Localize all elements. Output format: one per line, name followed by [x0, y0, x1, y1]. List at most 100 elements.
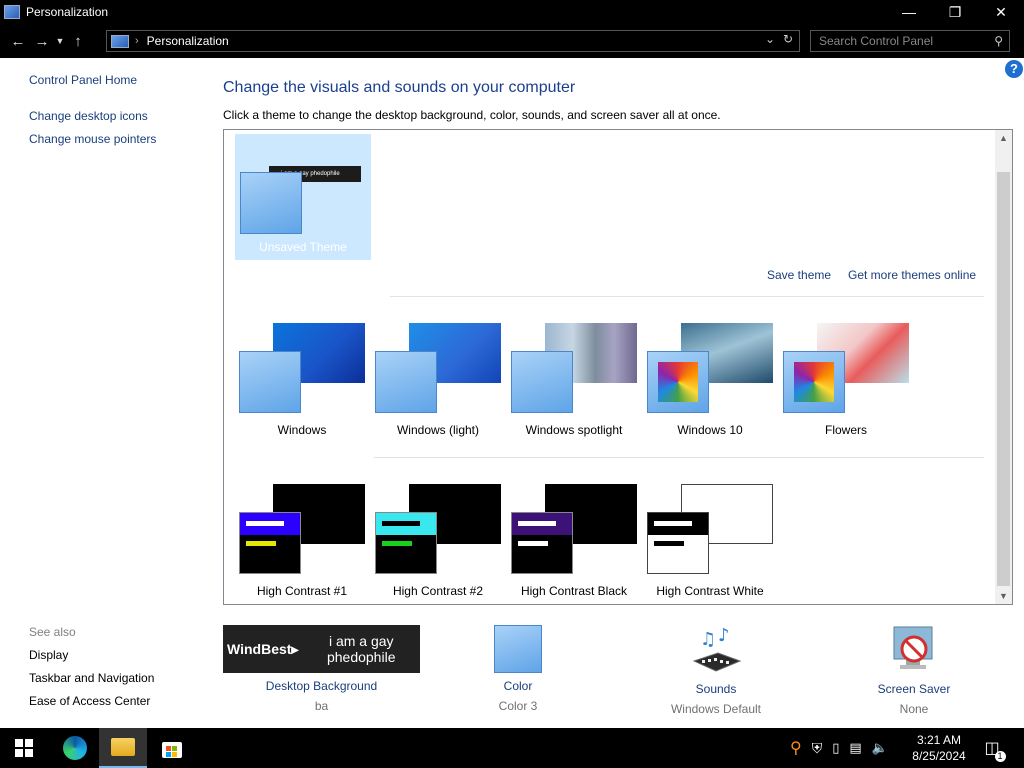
search-tray-icon[interactable]: ⚲	[790, 738, 802, 758]
desktop-background-preview: WindBest▸ i am a gay phedophile	[223, 625, 420, 673]
notification-count-badge: 1	[994, 751, 1006, 762]
address-bar: ← → ▼ ↑ › Personalization ⌄ ↻ Search Con…	[0, 24, 1024, 58]
color-wheel-icon	[783, 351, 845, 413]
refresh-icon[interactable]: ↻	[779, 32, 797, 46]
theme-label: High Contrast White	[656, 584, 764, 598]
store-taskbar-button[interactable]	[148, 728, 196, 768]
theme-high-contrast-black[interactable]: High Contrast Black	[506, 484, 642, 598]
taskbar-navigation-link[interactable]: Taskbar and Navigation	[29, 671, 154, 685]
screen-saver-icon	[893, 626, 933, 669]
scroll-down-icon[interactable]: ▼	[995, 591, 1012, 601]
display-link[interactable]: Display	[29, 648, 68, 662]
theme-windows[interactable]: Windows	[234, 323, 370, 437]
store-icon	[162, 742, 182, 758]
theme-label: Windows 10	[677, 423, 743, 437]
high-contrast-2-window-preview	[375, 512, 437, 574]
theme-windows-light[interactable]: Windows (light)	[370, 323, 506, 437]
window-color-preview	[239, 351, 301, 413]
address-dropdown-icon[interactable]: ⌄	[761, 32, 779, 46]
high-contrast-1-window-preview	[239, 512, 301, 574]
high-contrast-white-window-preview	[647, 512, 709, 574]
save-theme-link[interactable]: Save theme	[767, 268, 831, 282]
desktop-background-link[interactable]: Desktop Background	[223, 679, 420, 693]
change-mouse-pointers-link[interactable]: Change mouse pointers	[29, 132, 156, 146]
theme-label: High Contrast #1	[256, 584, 348, 598]
notification-icon: ◫ 1	[984, 738, 1006, 762]
theme-high-contrast-2[interactable]: High Contrast #2	[370, 484, 506, 598]
theme-high-contrast-white[interactable]: High Contrast White	[642, 484, 778, 598]
theme-unsaved[interactable]: i am a gay phedophile Unsaved Theme	[235, 134, 371, 260]
page-subtitle: Click a theme to change the desktop back…	[223, 108, 721, 122]
recent-locations-chevron-icon[interactable]: ▼	[54, 29, 66, 53]
up-arrow-icon[interactable]: ↑	[66, 29, 90, 53]
sounds-icon: ♫ ♪	[692, 625, 742, 672]
control-panel-icon	[4, 5, 20, 19]
breadcrumb-personalization[interactable]: Personalization	[147, 34, 229, 48]
desktop-background-setting[interactable]: WindBest▸ i am a gay phedophile Desktop …	[223, 625, 420, 713]
ease-of-access-link[interactable]: Ease of Access Center	[29, 694, 150, 708]
clock-date: 8/25/2024	[912, 749, 966, 763]
scrollbar-thumb[interactable]	[997, 172, 1010, 586]
system-tray: ⚲ ⛨ ▯ ▤ 🔈	[790, 728, 888, 768]
color-setting[interactable]: Color Color 3	[458, 625, 578, 713]
theme-list-scrollbar[interactable]: ▲ ▼	[995, 130, 1012, 604]
high-contrast-black-window-preview	[511, 512, 573, 574]
theme-windows-spotlight[interactable]: Windows spotlight	[506, 323, 642, 437]
window-color-preview	[511, 351, 573, 413]
folder-icon	[111, 738, 135, 756]
theme-high-contrast-1[interactable]: High Contrast #1	[234, 484, 370, 598]
theme-label: Windows	[277, 423, 327, 437]
address-field[interactable]: › Personalization ⌄ ↻	[106, 30, 800, 52]
screen-saver-link[interactable]: Screen Saver	[854, 682, 974, 696]
theme-label: High Contrast Black	[520, 584, 628, 598]
get-more-themes-link[interactable]: Get more themes online	[848, 268, 976, 282]
svg-text:♪: ♪	[718, 625, 730, 646]
clock[interactable]: 3:21 AM 8/25/2024	[906, 732, 972, 764]
theme-label: Flowers	[824, 423, 867, 437]
security-shield-icon[interactable]: ⛨	[812, 740, 823, 757]
breadcrumb-separator-icon: ›	[135, 35, 139, 47]
color-value: Color 3	[498, 699, 538, 713]
page-title: Change the visuals and sounds on your co…	[223, 79, 576, 96]
preview-caption-text: i am a gay phedophile	[326, 633, 396, 665]
volume-muted-icon[interactable]: 🔈	[872, 740, 888, 756]
color-swatch	[494, 625, 542, 673]
theme-list: i am a gay phedophile Unsaved Theme Save…	[223, 129, 1013, 605]
change-desktop-icons-link[interactable]: Change desktop icons	[29, 109, 148, 123]
screen-saver-setting[interactable]: Screen Saver None	[854, 625, 974, 716]
theme-flowers[interactable]: Flowers	[778, 323, 914, 437]
color-wheel-icon	[647, 351, 709, 413]
battery-icon[interactable]: ▯	[832, 740, 839, 756]
minimize-button[interactable]: —	[886, 0, 932, 24]
divider	[390, 296, 984, 297]
color-link[interactable]: Color	[458, 679, 578, 693]
theme-windows-10[interactable]: Windows 10	[642, 323, 778, 437]
help-icon[interactable]: ?	[1005, 60, 1023, 78]
svg-text:♫: ♫	[700, 629, 716, 650]
back-arrow-icon[interactable]: ←	[6, 29, 30, 53]
sounds-link[interactable]: Sounds	[646, 682, 786, 696]
theme-label: High Contrast #2	[392, 584, 484, 598]
control-panel-location-icon	[111, 34, 129, 48]
scroll-up-icon[interactable]: ▲	[995, 133, 1012, 143]
notification-center-button[interactable]: ◫ 1	[972, 728, 1012, 768]
edge-taskbar-button[interactable]	[51, 728, 99, 768]
sounds-setting[interactable]: ♫ ♪ Sounds Windows Default	[646, 625, 786, 716]
unsaved-theme-window-preview	[240, 172, 302, 234]
preview-brand-text: WindBest▸	[227, 640, 299, 657]
network-icon[interactable]: ▤	[849, 740, 861, 756]
windows-logo-icon	[15, 739, 33, 757]
search-placeholder: Search Control Panel	[819, 34, 934, 48]
search-icon[interactable]: ⚲	[994, 34, 1003, 48]
see-also-label: See also	[29, 625, 76, 639]
restore-button[interactable]: ❐	[932, 0, 978, 24]
theme-label: Windows (light)	[396, 423, 480, 437]
file-explorer-taskbar-button[interactable]	[99, 728, 147, 768]
control-panel-home-link[interactable]: Control Panel Home	[29, 73, 137, 87]
close-button[interactable]: ✕	[978, 0, 1024, 24]
search-input[interactable]: Search Control Panel ⚲	[810, 30, 1010, 52]
sounds-value: Windows Default	[670, 702, 762, 716]
forward-arrow-icon[interactable]: →	[30, 29, 54, 53]
start-button[interactable]	[0, 728, 48, 768]
title-bar: Personalization — ❐ ✕	[0, 0, 1024, 24]
